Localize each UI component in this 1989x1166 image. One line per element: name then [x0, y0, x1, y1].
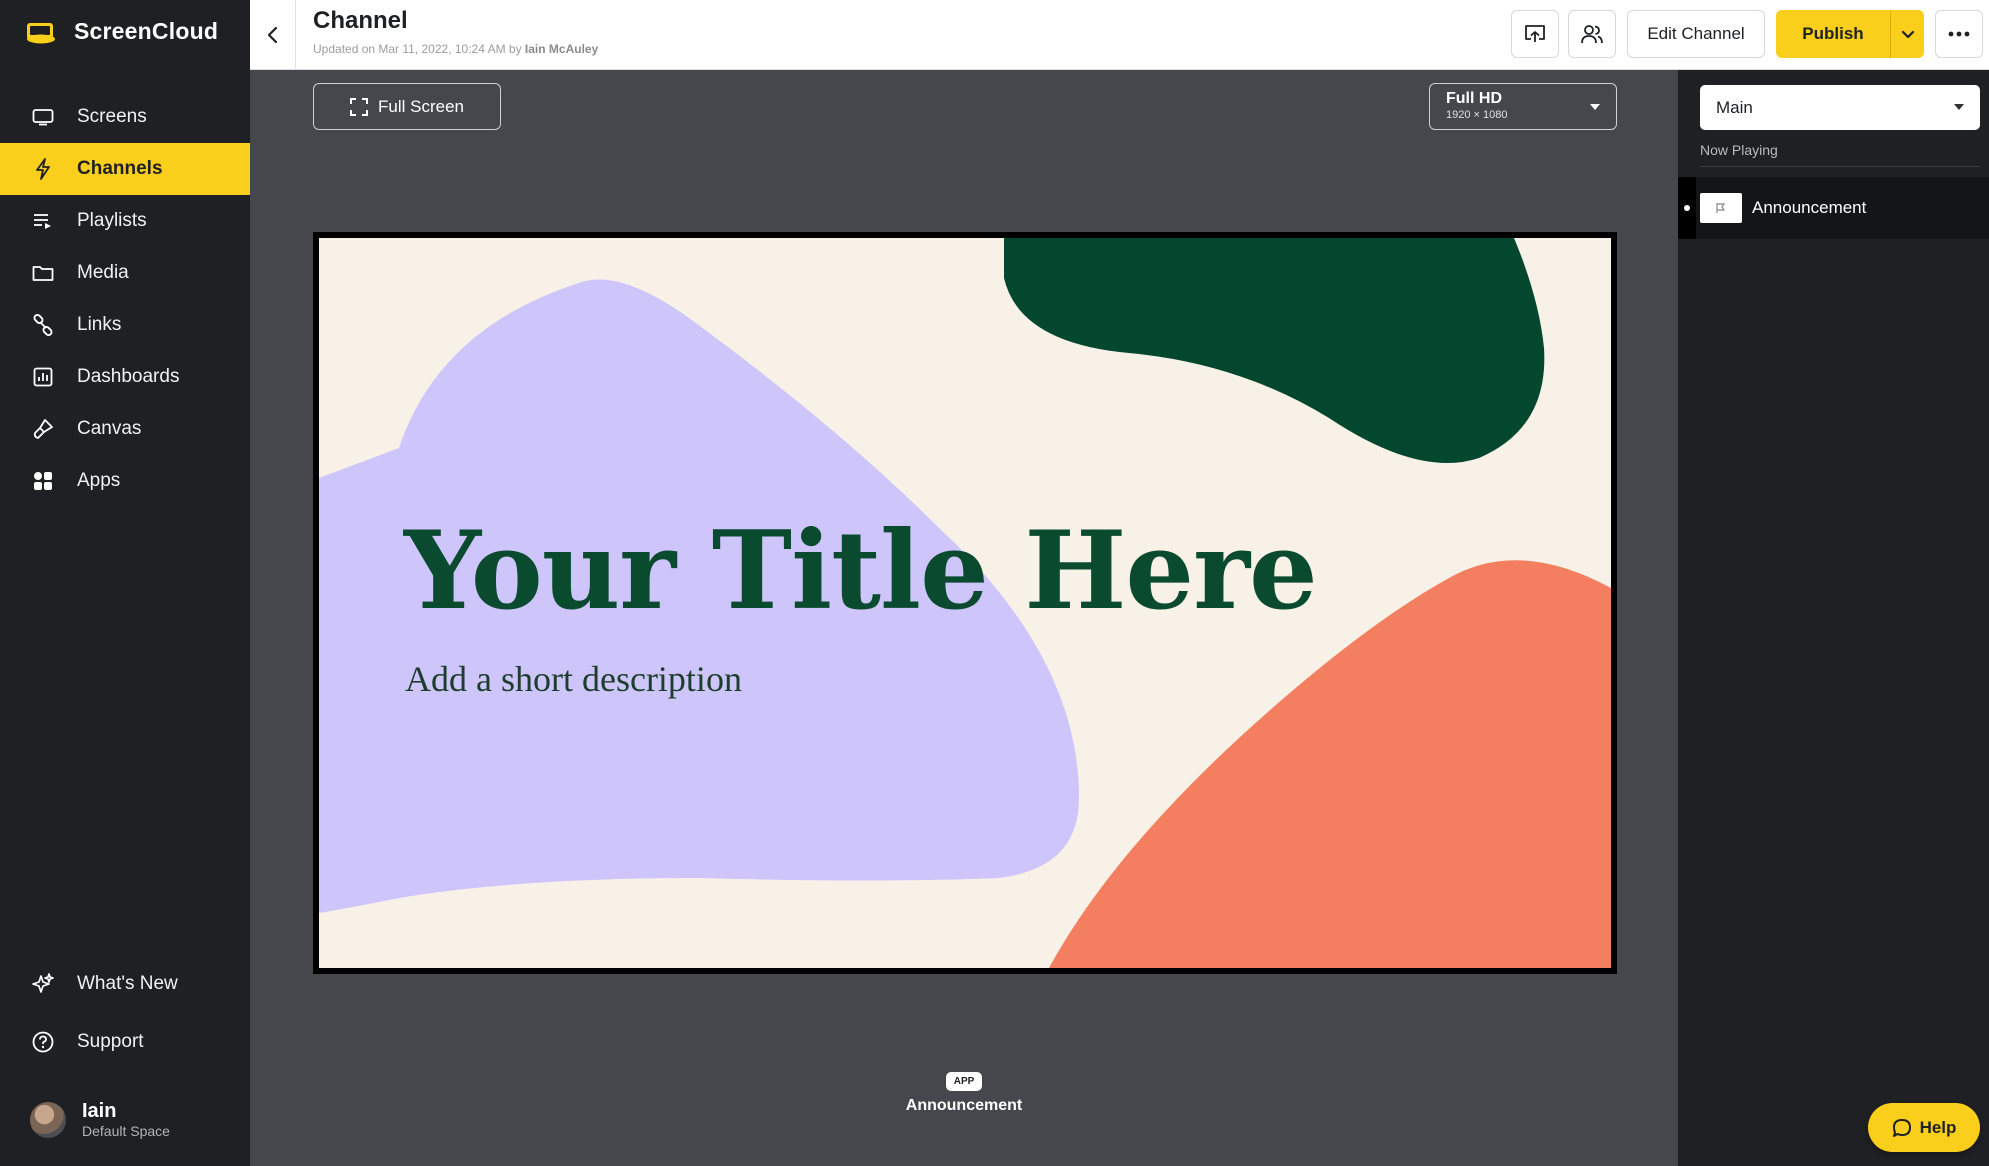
user-space: Default Space [82, 1123, 170, 1139]
help-button[interactable]: Help [1868, 1103, 1980, 1152]
sidebar-nav: Screens Channels Playlists Media Links D… [0, 91, 250, 507]
preview-area: Full Screen Full HD 1920 × 1080 Your Tit… [250, 70, 1678, 1166]
logo[interactable]: ScreenCloud [26, 18, 218, 45]
sidebar-item-screens[interactable]: Screens [0, 91, 250, 143]
help-circle-icon [31, 1030, 55, 1054]
announcement-slide: Your Title Here Add a short description [319, 238, 1611, 968]
announcement-thumbnail [1700, 193, 1742, 223]
back-button[interactable] [250, 0, 296, 70]
app-badge: APP [945, 1072, 983, 1091]
chat-bubble-icon [1892, 1118, 1911, 1137]
app-name-label: Announcement [905, 1097, 1023, 1114]
publish-button[interactable]: Publish [1776, 10, 1890, 58]
folder-icon [31, 261, 55, 285]
playing-indicator [1678, 177, 1696, 239]
sidebar-item-apps[interactable]: Apps [0, 455, 250, 507]
sidebar-item-media[interactable]: Media [0, 247, 250, 299]
sidebar-item-label: What's New [77, 973, 178, 994]
screencloud-logo-icon [27, 22, 55, 43]
avatar [30, 1102, 66, 1138]
publish-options-button[interactable] [1890, 10, 1924, 58]
now-playing-item[interactable]: Announcement [1678, 177, 1989, 239]
zone-select[interactable]: Main [1700, 85, 1980, 130]
slide-description: Add a short description [405, 659, 742, 699]
sparkle-icon [31, 972, 55, 996]
playlist-icon [31, 209, 55, 233]
slide-title: Your Title Here [404, 508, 1318, 634]
sidebar: ScreenCloud Screens Channels Playlists M… [0, 0, 250, 1166]
sidebar-item-links[interactable]: Links [0, 299, 250, 351]
lightning-icon [31, 157, 55, 181]
zone-value: Main [1716, 97, 1753, 117]
sidebar-bottom-nav: What's New Support [0, 955, 250, 1071]
dashboard-icon [31, 365, 55, 389]
resolution-size: 1920 × 1080 [1446, 109, 1508, 121]
sidebar-item-label: Canvas [77, 418, 142, 439]
channel-preview: Your Title Here Add a short description [313, 232, 1617, 974]
full-screen-label: Full Screen [378, 96, 464, 116]
user-name: Iain [82, 1100, 117, 1122]
resolution-name: Full HD [1446, 90, 1502, 107]
fullscreen-icon [350, 97, 368, 116]
more-horizontal-icon [1948, 31, 1970, 37]
caret-down-icon [1954, 104, 1964, 110]
chevron-down-icon [1901, 30, 1914, 38]
sidebar-item-label: Links [77, 314, 122, 335]
cast-button[interactable] [1511, 10, 1559, 58]
sidebar-item-label: Channels [77, 158, 163, 179]
updated-text: Updated on Mar 11, 2022, 10:24 AM by [313, 42, 525, 56]
caret-down-icon [1590, 104, 1600, 110]
updated-by: Iain McAuley [524, 42, 599, 56]
link-icon [31, 313, 55, 337]
cast-upload-icon [1525, 25, 1545, 42]
publish-split-button: Publish [1776, 10, 1924, 58]
full-screen-button[interactable]: Full Screen [313, 83, 501, 130]
sidebar-item-dashboards[interactable]: Dashboards [0, 351, 250, 403]
sidebar-item-label: Support [77, 1031, 144, 1052]
green-blob [1004, 238, 1545, 463]
updated-info: Updated on Mar 11, 2022, 10:24 AM by Iai… [313, 42, 598, 56]
sidebar-item-whats-new[interactable]: What's New [0, 955, 250, 1013]
sidebar-item-playlists[interactable]: Playlists [0, 195, 250, 247]
announcement-app-icon [1716, 203, 1726, 213]
brush-icon [31, 417, 55, 441]
apps-icon [31, 469, 55, 493]
chevron-left-icon [267, 26, 277, 44]
edit-channel-button[interactable]: Edit Channel [1627, 10, 1765, 58]
share-users-button[interactable] [1568, 10, 1616, 58]
sidebar-item-channels[interactable]: Channels [0, 143, 250, 195]
sidebar-item-label: Apps [77, 470, 121, 491]
now-playing-name: Announcement [1752, 198, 1867, 217]
app-name: ScreenCloud [74, 18, 219, 44]
users-icon [1581, 25, 1603, 44]
zone-panel: Main Now Playing Announcement [1678, 70, 1989, 1166]
sidebar-item-canvas[interactable]: Canvas [0, 403, 250, 455]
sidebar-item-label: Screens [77, 106, 147, 127]
page-title: Channel [313, 7, 408, 34]
screen-icon [31, 105, 55, 129]
user-profile[interactable]: Iain Default Space [30, 1100, 170, 1140]
now-playing-heading: Now Playing [1700, 142, 1980, 167]
playing-dot [1684, 205, 1690, 211]
sidebar-item-label: Dashboards [77, 366, 180, 387]
header: Channel Updated on Mar 11, 2022, 10:24 A… [250, 0, 1989, 70]
current-app-label: APP Announcement [250, 1072, 1678, 1115]
help-label: Help [1919, 1117, 1957, 1137]
sidebar-item-support[interactable]: Support [0, 1013, 250, 1071]
more-options-button[interactable] [1935, 10, 1983, 58]
sidebar-item-label: Playlists [77, 210, 147, 231]
resolution-select[interactable]: Full HD 1920 × 1080 [1429, 83, 1617, 130]
sidebar-item-label: Media [77, 262, 129, 283]
